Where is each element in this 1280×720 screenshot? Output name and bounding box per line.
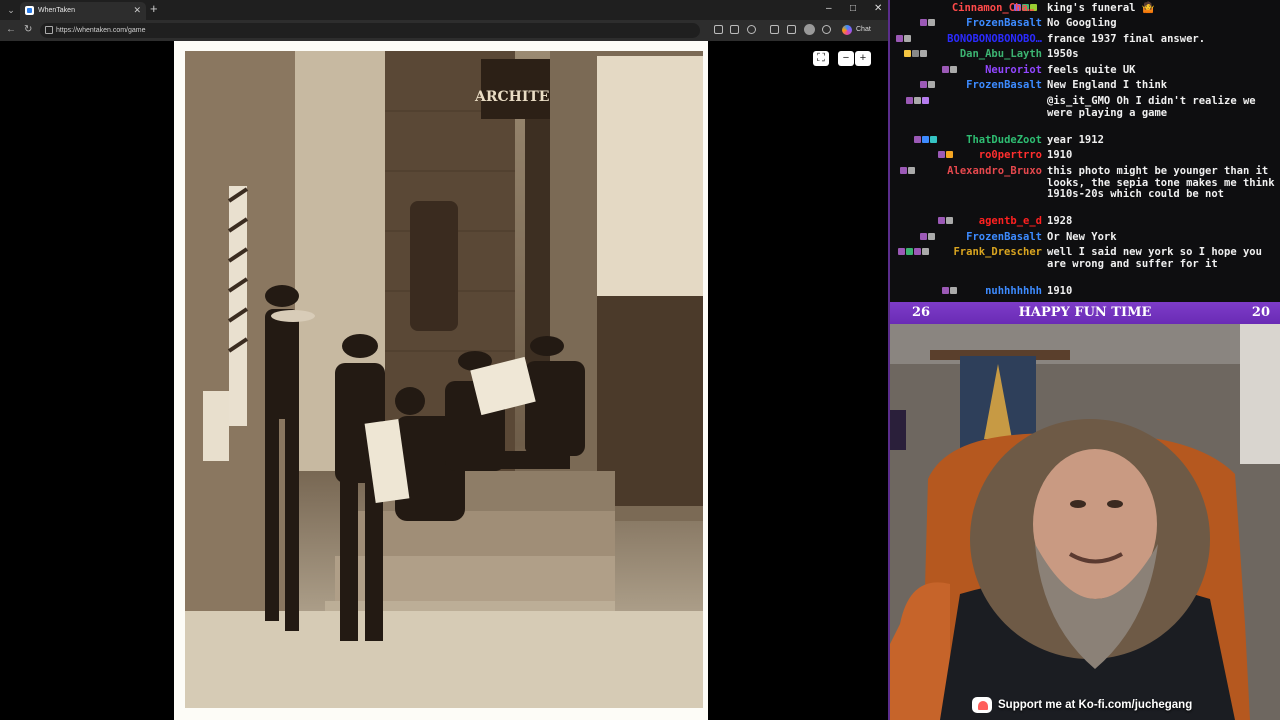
copilot-icon	[842, 25, 852, 35]
chat-username[interactable]: Dan_Abu_Layth	[960, 48, 1042, 61]
chat-username[interactable]: nuhhhhhhh	[985, 285, 1042, 298]
fullscreen-button[interactable]: ⛶	[813, 51, 829, 66]
chat-text: king's funeral 🤷	[1047, 2, 1155, 14]
chat-badges	[898, 248, 930, 258]
chat-text: 1928	[1047, 215, 1073, 227]
chat-username[interactable]: agentb_e_d	[979, 215, 1042, 228]
chat-badges	[896, 35, 912, 45]
cam-header-left-number: 26	[912, 305, 931, 320]
chat-username[interactable]: FrozenBasalt	[966, 79, 1042, 92]
site-info-icon[interactable]	[45, 26, 53, 34]
tab-title: WhenTaken	[38, 7, 75, 14]
webcam-overlay: HAPPY FUN TIME 26 20 Support me at Ko-fi…	[890, 302, 1280, 720]
chat-badges	[920, 19, 936, 29]
whentaken-icon	[25, 6, 34, 15]
chat-badges	[938, 151, 954, 161]
chat-text: 1950s	[1047, 48, 1079, 60]
cam-header-right-number: 20	[1251, 305, 1270, 320]
refresh-icon[interactable]: ↻	[24, 23, 32, 37]
chat-badges	[942, 287, 958, 297]
address-toolbar: ← ↻ https://whentaken.com/game Chat	[0, 20, 888, 41]
streamer-webcam-image	[890, 324, 1280, 720]
chat-username[interactable]: Frank_Drescher	[953, 246, 1042, 259]
chat-text: No Googling	[1047, 17, 1117, 29]
chat-badges	[938, 217, 954, 227]
collections-icon[interactable]	[787, 25, 796, 34]
chat-text: year 1912	[1047, 134, 1104, 146]
zoom-in-button[interactable]: +	[855, 51, 871, 66]
favorite-star-icon[interactable]	[730, 25, 739, 34]
chat-text: france 1937 final answer.	[1047, 33, 1206, 45]
tab-bar: ⌄ WhenTaken ✕ + – □ ✕	[0, 0, 888, 20]
chat-username[interactable]: Neuroriot	[985, 64, 1042, 77]
chat-text: Or New York	[1047, 231, 1117, 243]
chat-text: @is_it_GMO Oh I didn't realize we were p…	[1047, 95, 1256, 119]
chat-username[interactable]: Cinnamon_Cha…	[952, 2, 1034, 15]
close-window-button[interactable]: ✕	[874, 2, 882, 16]
chat-badges	[914, 136, 938, 146]
more-options-icon[interactable]	[822, 25, 831, 34]
chat-text: New England I think	[1047, 79, 1168, 91]
zoom-out-button[interactable]: −	[838, 51, 854, 66]
webcam-feed	[890, 324, 1280, 720]
chat-badges	[904, 50, 928, 60]
chat-username[interactable]: FrozenBasalt	[966, 17, 1042, 30]
chat-username[interactable]: FrozenBasalt	[966, 231, 1042, 244]
reader-mode-icon[interactable]	[714, 25, 723, 34]
stream-chat: Cinnamon_Cha… king's funeral 🤷 FrozenBas…	[890, 0, 1280, 302]
chat-text: 1910	[1047, 285, 1073, 297]
split-screen-icon[interactable]	[770, 25, 779, 34]
game-photo-frame: ARCHITECT	[174, 41, 708, 720]
new-tab-button[interactable]: +	[150, 1, 158, 17]
chat-label: Chat	[856, 26, 871, 33]
chat-badges	[942, 66, 958, 76]
minimize-button[interactable]: –	[826, 2, 832, 16]
profile-avatar[interactable]	[804, 24, 815, 35]
kofi-cup-icon	[972, 697, 992, 713]
chat-badges	[920, 81, 936, 91]
chat-username[interactable]: BONOBONOBONOBO…	[947, 33, 1042, 46]
kofi-text: Support me at Ko-fi.com/juchegang	[998, 699, 1193, 711]
cam-header: HAPPY FUN TIME 26 20	[890, 302, 1280, 324]
maximize-button[interactable]: □	[850, 2, 856, 16]
chat-text: feels quite UK	[1047, 64, 1136, 76]
chat-username[interactable]: ThatDudeZoot	[966, 134, 1042, 147]
chat-badges	[906, 97, 930, 107]
address-bar[interactable]: https://whentaken.com/game	[40, 23, 700, 38]
cam-header-title: HAPPY FUN TIME	[1018, 305, 1152, 320]
back-arrow-icon[interactable]: ←	[6, 23, 16, 37]
tab-actions-icon[interactable]: ⌄	[4, 3, 18, 17]
chat-text: 1910	[1047, 149, 1073, 161]
chat-username[interactable]: ro0pertrro	[979, 149, 1042, 162]
heart-icon	[978, 701, 988, 710]
close-tab-icon[interactable]: ✕	[133, 4, 141, 16]
chat-badges	[920, 233, 936, 243]
url-text: https://whentaken.com/game	[56, 27, 146, 34]
chat-text: well I said new york so I hope you are w…	[1047, 246, 1262, 270]
extensions-icon[interactable]	[747, 25, 756, 34]
tab-whentaken[interactable]: WhenTaken ✕	[20, 2, 146, 20]
page-content: ARCHITECT ⛶ − +	[0, 41, 888, 720]
browser-window: ⌄ WhenTaken ✕ + – □ ✕ ← ↻ https://whenta…	[0, 0, 888, 720]
chat-text: this photo might be younger than it look…	[1047, 165, 1275, 200]
chat-badges	[900, 167, 916, 177]
sepia-photo-newsboys-street: ARCHITECT	[185, 51, 703, 708]
game-photo[interactable]: ARCHITECT	[185, 51, 703, 708]
chat-username[interactable]: Alexandro_Bruxo	[947, 165, 1042, 178]
